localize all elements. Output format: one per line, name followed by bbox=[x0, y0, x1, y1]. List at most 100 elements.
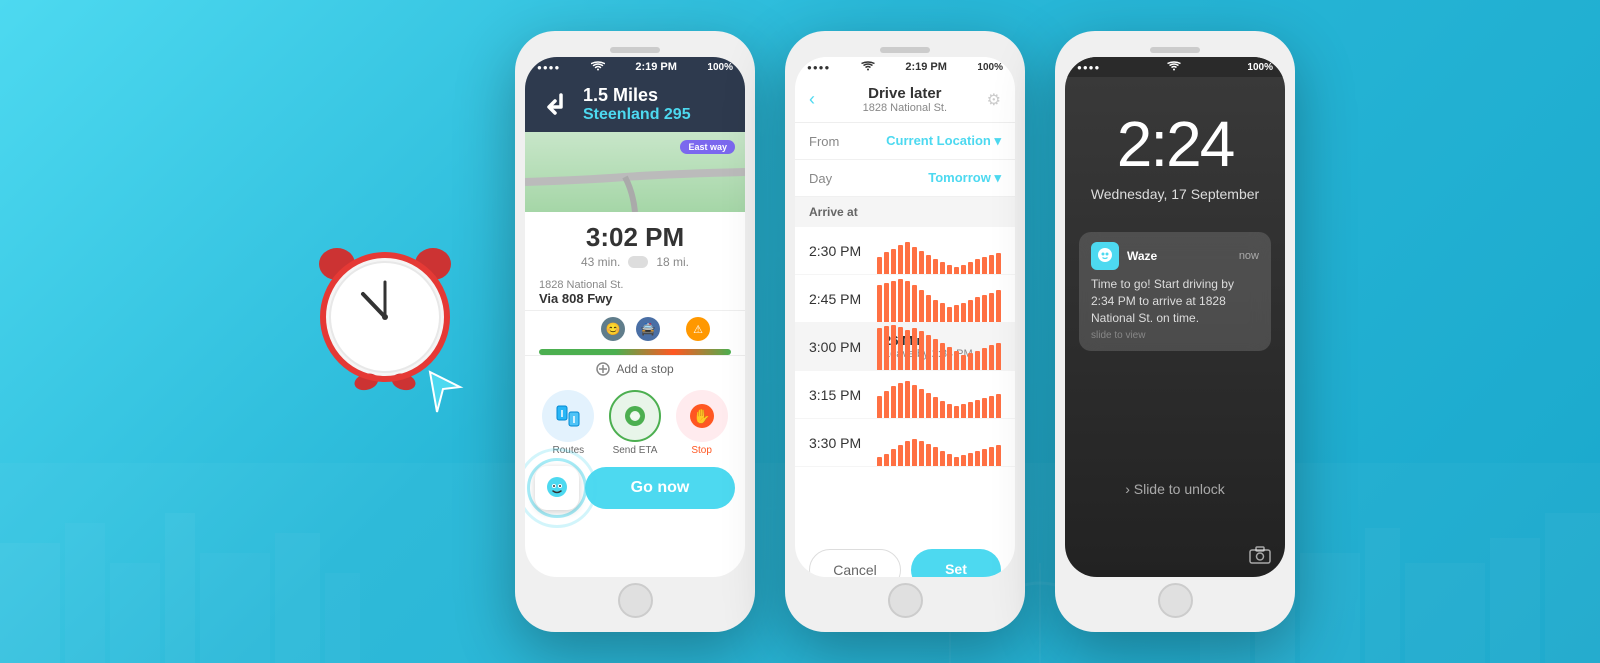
phone-speaker-3 bbox=[1150, 47, 1200, 53]
svg-text:⚠: ⚠ bbox=[693, 324, 703, 336]
eta-section: 3:02 PM 43 min. 18 mi. bbox=[525, 212, 745, 275]
slide-to-unlock[interactable]: › Slide to unlock bbox=[1065, 481, 1285, 497]
time-slot-300[interactable]: 3:00 PM 26 Min Leave by 2:34 PM bbox=[795, 323, 1015, 371]
status-battery-1: 100% bbox=[707, 62, 733, 73]
phone-screen-2: ●●●● 2:19 PM 100% ‹ Drive later 1828 Nat… bbox=[795, 57, 1015, 577]
phone-lock-screen: ●●●● 100% 2:24 Wednesday, 17 September bbox=[1055, 31, 1295, 632]
chart-area-330 bbox=[875, 419, 1015, 466]
routes-icon bbox=[542, 390, 594, 442]
add-stop-button[interactable]: Add a stop bbox=[525, 355, 745, 382]
traffic-icons: 😊 🚔 ⚠ bbox=[539, 315, 731, 345]
nav-info: 1.5 Miles Steenland 295 bbox=[583, 85, 691, 124]
stop-button[interactable]: ✋ Stop bbox=[676, 390, 728, 456]
svg-text:🚔: 🚔 bbox=[641, 322, 656, 336]
notif-time: now bbox=[1239, 250, 1259, 262]
day-value[interactable]: Tomorrow ▾ bbox=[928, 170, 1001, 186]
time-330: 3:30 PM bbox=[809, 435, 874, 451]
phone-speaker-2 bbox=[880, 47, 930, 53]
nav-header: 1.5 Miles Steenland 295 bbox=[525, 77, 745, 132]
back-button[interactable]: ‹ bbox=[809, 89, 815, 110]
time-315: 3:15 PM bbox=[809, 387, 874, 403]
waze-notification[interactable]: Waze now Time to go! Start driving by 2:… bbox=[1079, 232, 1271, 351]
phone-speaker-1 bbox=[610, 47, 660, 53]
traffic-section: 😊 🚔 ⚠ bbox=[525, 311, 745, 355]
from-value[interactable]: Current Location ▾ bbox=[886, 133, 1001, 149]
notif-message: Time to go! Start driving by 2:34 PM to … bbox=[1091, 276, 1259, 326]
eta-miles: 18 mi. bbox=[656, 255, 689, 269]
waze-pin-2: 🚔 bbox=[634, 315, 662, 348]
status-battery-2: 100% bbox=[977, 62, 1003, 73]
routes-button[interactable]: Routes bbox=[542, 390, 594, 456]
arrive-at-header: Arrive at bbox=[795, 197, 1015, 227]
status-time-2: 2:19 PM bbox=[905, 61, 947, 73]
eta-minutes: 43 min. bbox=[581, 255, 620, 269]
header-center: Drive later 1828 National St. bbox=[823, 85, 987, 114]
eta-details: 43 min. 18 mi. bbox=[539, 255, 731, 269]
alarm-clock-mascot bbox=[305, 222, 485, 442]
warning-pin: ⚠ bbox=[684, 315, 712, 348]
stop-label: Stop bbox=[691, 445, 712, 456]
status-time-1: 2:19 PM bbox=[635, 61, 677, 73]
from-label: From bbox=[809, 134, 839, 149]
set-button[interactable]: Set bbox=[911, 549, 1001, 577]
from-row: From Current Location ▾ bbox=[795, 123, 1015, 160]
day-row: Day Tomorrow ▾ bbox=[795, 160, 1015, 197]
time-slots-area: 2:30 PM bbox=[795, 227, 1015, 537]
signal-dots-3: ●●●● bbox=[1077, 63, 1100, 72]
nav-street: Steenland 295 bbox=[583, 106, 691, 124]
time-245: 2:45 PM bbox=[809, 291, 874, 307]
chart-area-245 bbox=[875, 275, 1015, 322]
notif-slide-hint: slide to view bbox=[1091, 330, 1259, 341]
cancel-button[interactable]: Cancel bbox=[809, 549, 901, 577]
lock-camera-icon[interactable] bbox=[1249, 546, 1271, 569]
route-via: Via 808 Fwy bbox=[539, 291, 731, 306]
send-eta-button[interactable]: Send ETA bbox=[609, 390, 661, 456]
status-bar-1: ●●●● 2:19 PM 100% bbox=[525, 57, 745, 77]
content-area: ●●●● 2:19 PM 100% 1.5 Miles Steenland 29… bbox=[265, 11, 1335, 652]
eta-time: 3:02 PM bbox=[539, 222, 731, 253]
map-preview: East way bbox=[525, 132, 745, 212]
phone-screen-1: ●●●● 2:19 PM 100% 1.5 Miles Steenland 29… bbox=[525, 57, 745, 577]
lock-date: Wednesday, 17 September bbox=[1065, 186, 1285, 222]
notif-header: Waze now bbox=[1091, 242, 1259, 270]
send-eta-icon bbox=[609, 390, 661, 442]
phone-navigation: ●●●● 2:19 PM 100% 1.5 Miles Steenland 29… bbox=[515, 31, 755, 632]
weather-cloud-icon bbox=[628, 256, 648, 268]
nav-distance: 1.5 Miles bbox=[583, 85, 691, 106]
time-slot-330[interactable]: 3:30 PM bbox=[795, 419, 1015, 467]
notif-app-name: Waze bbox=[1127, 249, 1157, 263]
phone-home-btn-3[interactable] bbox=[1158, 583, 1193, 618]
svg-text:😊: 😊 bbox=[606, 322, 621, 336]
waze-go-button-wrapper bbox=[535, 466, 579, 510]
traffic-bar bbox=[539, 349, 731, 355]
status-wifi-2 bbox=[861, 61, 875, 74]
phone-home-btn-2[interactable] bbox=[888, 583, 923, 618]
time-300: 3:00 PM bbox=[809, 339, 874, 355]
status-wifi-1 bbox=[591, 61, 605, 74]
waze-avatar-button[interactable] bbox=[535, 466, 579, 510]
time-slot-315[interactable]: 3:15 PM bbox=[795, 371, 1015, 419]
send-eta-label: Send ETA bbox=[613, 445, 658, 456]
phone-home-btn-1[interactable] bbox=[618, 583, 653, 618]
settings-button[interactable]: ⚙ bbox=[987, 90, 1001, 110]
lock-time: 2:24 bbox=[1065, 77, 1285, 186]
cursor-arrow bbox=[425, 367, 465, 422]
status-bar-2: ●●●● 2:19 PM 100% bbox=[795, 57, 1015, 77]
svg-text:✋: ✋ bbox=[693, 408, 710, 424]
time-slot-245[interactable]: 2:45 PM bbox=[795, 275, 1015, 323]
phone-drive-later: ●●●● 2:19 PM 100% ‹ Drive later 1828 Nat… bbox=[785, 31, 1025, 632]
slide-unlock-text: › Slide to unlock bbox=[1125, 481, 1225, 497]
time-230: 2:30 PM bbox=[809, 243, 874, 259]
route-info: 1828 National St. Via 808 Fwy bbox=[525, 275, 745, 311]
go-now-button[interactable]: Go now bbox=[585, 467, 735, 509]
status-battery-3: 100% bbox=[1247, 62, 1273, 73]
plus-icon bbox=[596, 362, 610, 376]
chart-area-315 bbox=[875, 371, 1015, 418]
route-destination: 1828 National St. bbox=[539, 279, 731, 291]
drive-later-title: Drive later bbox=[823, 85, 987, 102]
status-wifi-3 bbox=[1167, 61, 1181, 74]
day-label: Day bbox=[809, 171, 832, 186]
time-slot-230[interactable]: 2:30 PM bbox=[795, 227, 1015, 275]
waze-pin-1: 😊 bbox=[599, 315, 627, 348]
chart-area-230 bbox=[875, 227, 1015, 274]
